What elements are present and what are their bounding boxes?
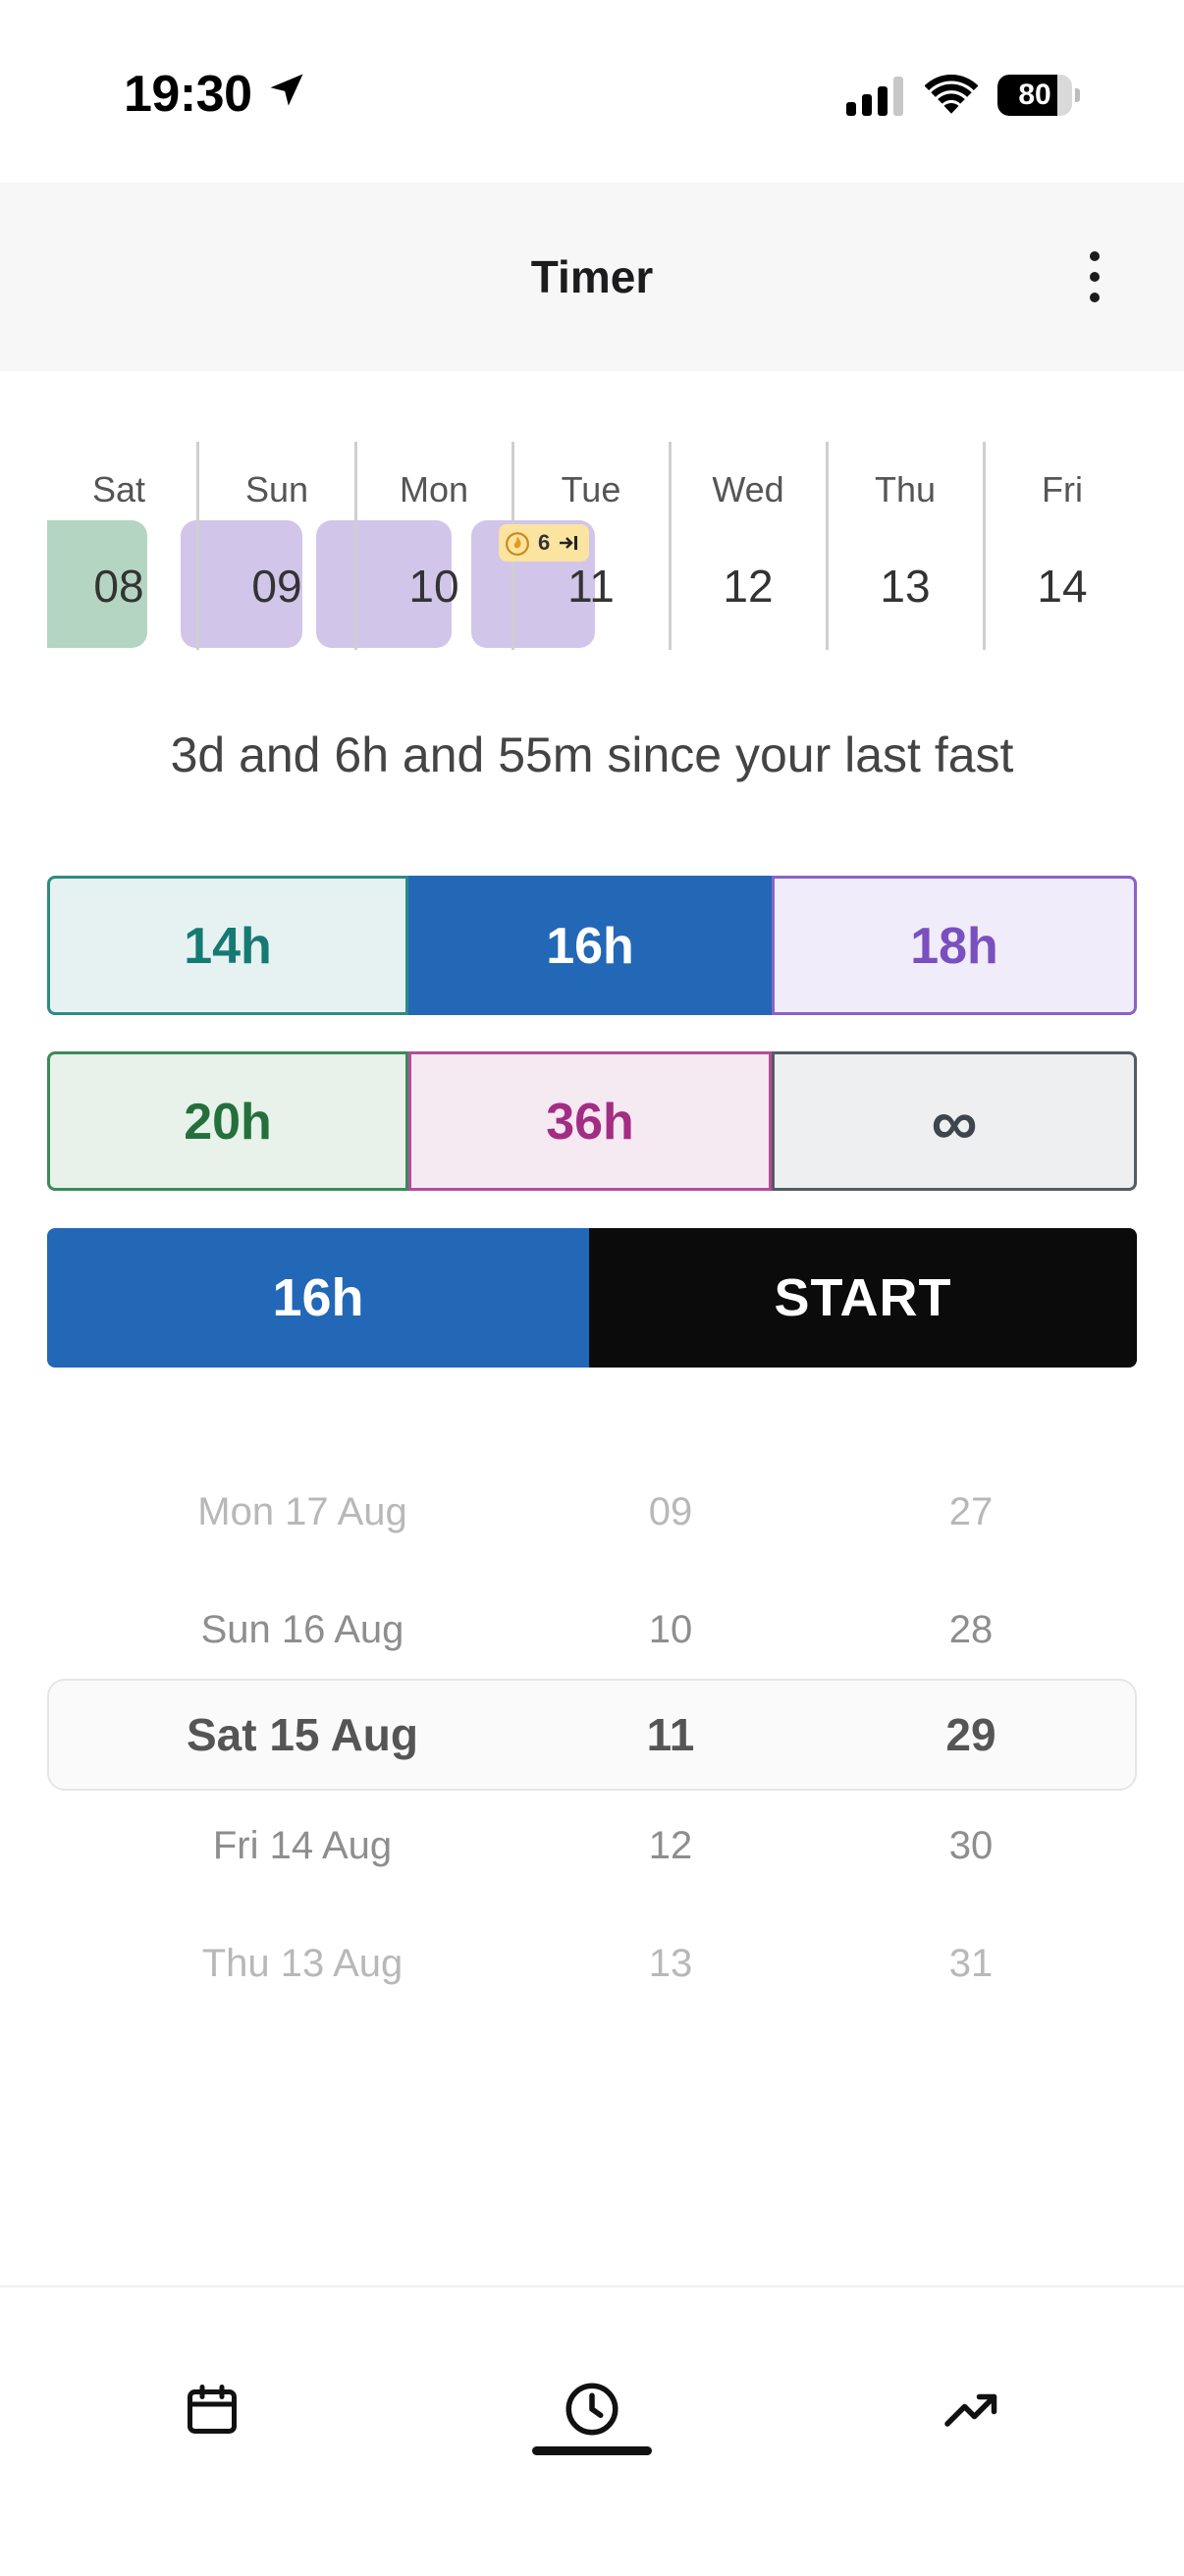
streak-count: 6 [538,530,551,555]
picker-option[interactable]: 09 [597,1482,744,1541]
duration-14h-button[interactable]: 14h [47,876,408,1015]
duration-options-row: 14h 16h 18h [47,876,1137,1015]
duration-options-row: 20h 36h ∞ [47,1051,1137,1191]
picker-selected-date[interactable]: Sat 15 Aug [47,1705,558,1764]
day-divider [669,442,672,650]
status-bar: 19:30 80 [0,0,1184,183]
flame-icon [506,532,529,556]
start-fast-row: 16h START [47,1228,1137,1368]
more-vertical-icon [1090,251,1100,261]
day-divider [354,442,357,650]
day-column-thu[interactable]: Thu 13 [827,432,984,658]
picker-option[interactable]: 28 [897,1600,1045,1659]
picker-option[interactable]: 31 [897,1934,1045,1993]
duration-18h-button[interactable]: 18h [772,876,1137,1015]
more-options-button[interactable] [1070,242,1119,312]
day-number: 13 [880,561,931,612]
selected-duration-button[interactable]: 16h [47,1228,589,1368]
picker-selected-minute[interactable]: 29 [897,1705,1045,1764]
day-name: Tue [561,469,621,510]
battery-icon: 80 [997,75,1080,116]
day-divider [983,442,986,650]
duration-unlimited-button[interactable]: ∞ [772,1051,1137,1191]
location-arrow-icon [270,74,303,106]
wifi-icon [925,75,978,114]
day-number: 09 [251,561,302,612]
day-name: Sat [91,469,146,510]
arrow-right-to-bar-icon [560,536,577,550]
day-number: 11 [567,561,615,612]
page-title: Timer [530,251,654,302]
day-name: Mon [399,469,469,510]
duration-20h-button[interactable]: 20h [47,1051,408,1191]
day-name: Thu [874,469,937,510]
hour-wheel[interactable]: 09 10 11 12 13 [597,1453,744,2042]
picker-option[interactable]: Thu 13 Aug [47,1934,558,1993]
picker-selected-hour[interactable]: 11 [597,1705,744,1764]
picker-option[interactable]: Fri 14 Aug [47,1816,558,1875]
cellular-signal-icon [846,77,903,116]
day-column-fri[interactable]: Fri 14 [984,432,1141,658]
duration-16h-button[interactable]: 16h [408,876,772,1015]
trending-up-icon [944,2393,997,2427]
picker-option[interactable]: 10 [597,1600,744,1659]
day-number: 12 [723,561,774,612]
date-wheel[interactable]: Mon 17 Aug Sun 16 Aug Sat 15 Aug Fri 14 … [47,1453,558,2042]
duration-36h-button[interactable]: 36h [408,1051,772,1191]
day-divider [196,442,199,650]
nav-trends-button[interactable] [913,2350,1031,2468]
day-name: Fri [1042,469,1083,510]
picker-option[interactable]: 27 [897,1482,1045,1541]
nav-calendar-button[interactable] [153,2350,271,2468]
start-button[interactable]: START [589,1228,1137,1368]
day-number: 14 [1037,561,1088,612]
start-time-picker[interactable]: Mon 17 Aug Sun 16 Aug Sat 15 Aug Fri 14 … [47,1453,1137,2042]
picker-option[interactable]: 30 [897,1816,1045,1875]
clock-icon [565,2383,619,2436]
picker-option[interactable]: 13 [597,1934,744,1993]
minute-wheel[interactable]: 27 28 29 30 31 [897,1453,1045,2042]
app-header: Timer [0,183,1184,371]
day-number: 08 [93,561,144,612]
picker-option[interactable]: 12 [597,1816,744,1875]
calendar-icon [188,2385,237,2434]
active-tab-indicator [532,2446,652,2455]
streak-badge: 6 [499,524,589,562]
picker-option[interactable]: Sun 16 Aug [47,1600,558,1659]
bottom-navigation [0,2285,1184,2576]
picker-option[interactable]: Mon 17 Aug [47,1482,558,1541]
day-column-wed[interactable]: Wed 12 [670,432,827,658]
day-number: 10 [408,561,459,612]
since-last-fast-text: 3d and 6h and 55m since your last fast [170,727,1014,782]
week-strip: 6 Sat 08 Sun 09 Mon 10 Tue 11 Wed 12 Thu… [0,432,1184,658]
day-divider [826,442,829,650]
day-name: Sun [244,469,309,510]
day-name: Wed [712,469,784,510]
battery-level: 80 [1018,79,1051,111]
status-time: 19:30 [124,66,252,123]
